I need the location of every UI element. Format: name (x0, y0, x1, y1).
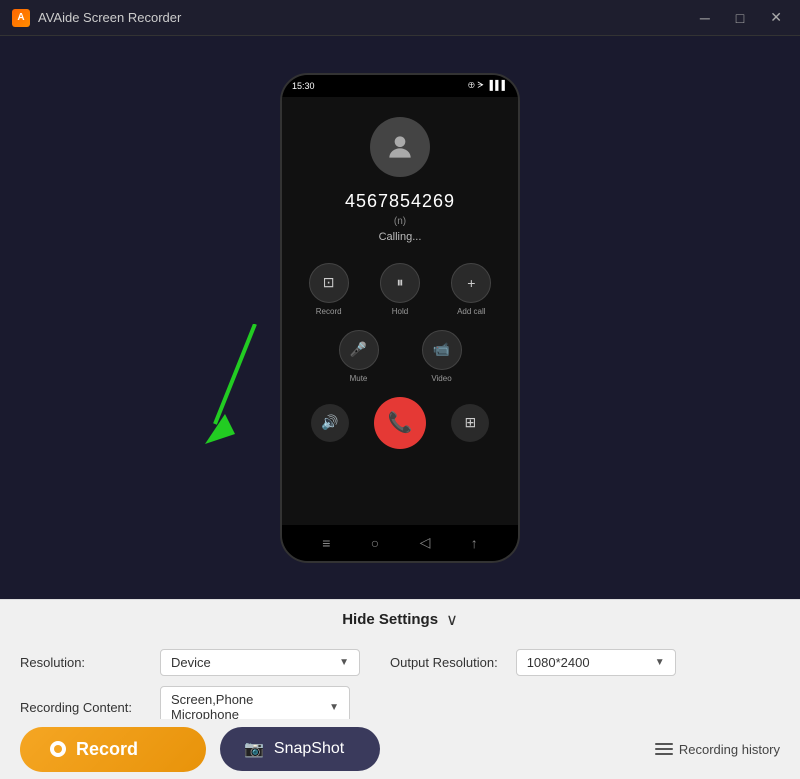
record-button[interactable]: Record (20, 727, 206, 772)
menu-lines-icon (655, 743, 673, 755)
mute-action-btn[interactable]: 🎤 Mute (322, 330, 395, 383)
nav-recent-icon: ↑ (471, 535, 478, 551)
nav-home-icon: ○ (371, 535, 379, 551)
addcall-action-btn[interactable]: + Add call (441, 263, 502, 316)
settings-panel: Hide Settings ∨ Resolution: Device ▼ Out… (0, 599, 800, 779)
record-dot-inner (54, 745, 62, 753)
video-action-btn[interactable]: 📹 Video (405, 330, 478, 383)
title-bar-left: A AVAide Screen Recorder (12, 9, 181, 27)
phone-call-screen: 4567854269 (n) Calling... ⊡ Record ⏸ Hol… (282, 97, 518, 525)
record-action-btn[interactable]: ⊡ Record (298, 263, 359, 316)
app-icon: A (12, 9, 30, 27)
output-resolution-label: Output Resolution: (390, 655, 498, 670)
hold-action-label: Hold (392, 307, 408, 316)
call-main-controls: 🔊 📞 ⊞ (282, 397, 518, 449)
addcall-action-label: Add call (457, 307, 485, 316)
chevron-down-icon: ∨ (446, 610, 458, 630)
resolution-value: Device (171, 655, 211, 670)
menu-line-2 (655, 748, 673, 750)
recording-content-label: Recording Content: (20, 700, 150, 715)
app-title: AVAide Screen Recorder (38, 10, 181, 25)
video-action-icon: 📹 (422, 330, 462, 370)
recording-content-value: Screen,Phone Microphone (171, 692, 321, 722)
nav-menu-icon: ≡ (322, 535, 330, 551)
resolution-chevron-icon: ▼ (339, 657, 349, 668)
snapshot-button[interactable]: 📷 SnapShot (220, 727, 380, 771)
output-resolution-value: 1080*2400 (527, 655, 590, 670)
record-label: Record (76, 739, 138, 760)
minimize-button[interactable]: ─ (694, 8, 716, 28)
status-time: 15:30 (292, 81, 315, 91)
hide-settings-bar[interactable]: Hide Settings ∨ (0, 599, 800, 639)
main-content: 15:30 ⊕ ᗒ ▐ ▌▌ 4567854269 (n) Calling...… (0, 36, 800, 599)
call-actions-row1: ⊡ Record ⏸ Hold + Add call (282, 263, 518, 316)
phone-status-bar: 15:30 ⊕ ᗒ ▐ ▌▌ (282, 75, 518, 97)
menu-line-3 (655, 753, 673, 755)
title-bar: A AVAide Screen Recorder ─ □ ✕ (0, 0, 800, 36)
person-icon (384, 131, 416, 163)
addcall-action-icon: + (451, 263, 491, 303)
resolution-select[interactable]: Device ▼ (160, 649, 360, 676)
phone-mockup: 15:30 ⊕ ᗒ ▐ ▌▌ 4567854269 (n) Calling...… (280, 73, 520, 563)
settings-row-resolution: Resolution: Device ▼ Output Resolution: … (20, 649, 780, 676)
resolution-label: Resolution: (20, 655, 150, 670)
maximize-button[interactable]: □ (730, 8, 750, 28)
mute-action-icon: 🎤 (339, 330, 379, 370)
arrow-annotation (195, 324, 275, 469)
recording-history-button[interactable]: Recording history (655, 742, 780, 757)
caller-avatar (370, 117, 430, 177)
output-resolution-select[interactable]: 1080*2400 ▼ (516, 649, 676, 676)
nav-back-icon: ◁ (420, 534, 431, 551)
phone-nav-bar: ≡ ○ ◁ ↑ (282, 525, 518, 561)
caller-country: (n) (394, 216, 406, 227)
close-button[interactable]: ✕ (764, 7, 788, 28)
hold-action-icon: ⏸ (380, 263, 420, 303)
snapshot-label: SnapShot (274, 740, 344, 758)
speaker-button[interactable]: 🔊 (311, 404, 349, 442)
camera-icon: 📷 (244, 739, 264, 759)
keypad-button[interactable]: ⊞ (451, 404, 489, 442)
menu-line-1 (655, 743, 673, 745)
hold-action-btn[interactable]: ⏸ Hold (369, 263, 430, 316)
record-action-label: Record (316, 307, 342, 316)
record-dot-icon (50, 741, 66, 757)
status-icons: ⊕ ᗒ ▐ ▌▌ (468, 80, 508, 91)
call-actions-row2: 🎤 Mute 📹 Video (282, 330, 518, 383)
caller-status: Calling... (379, 231, 422, 243)
video-action-label: Video (431, 374, 451, 383)
recording-history-label: Recording history (679, 742, 780, 757)
mute-action-label: Mute (350, 374, 368, 383)
caller-number: 4567854269 (345, 191, 455, 212)
recording-content-chevron-icon: ▼ (329, 702, 339, 713)
window-controls: ─ □ ✕ (694, 7, 788, 28)
record-action-icon: ⊡ (309, 263, 349, 303)
hide-settings-label: Hide Settings (342, 611, 438, 628)
output-resolution-chevron-icon: ▼ (655, 657, 665, 668)
end-call-button[interactable]: 📞 (374, 397, 426, 449)
bottom-buttons: Record 📷 SnapShot Recording history (0, 719, 800, 779)
